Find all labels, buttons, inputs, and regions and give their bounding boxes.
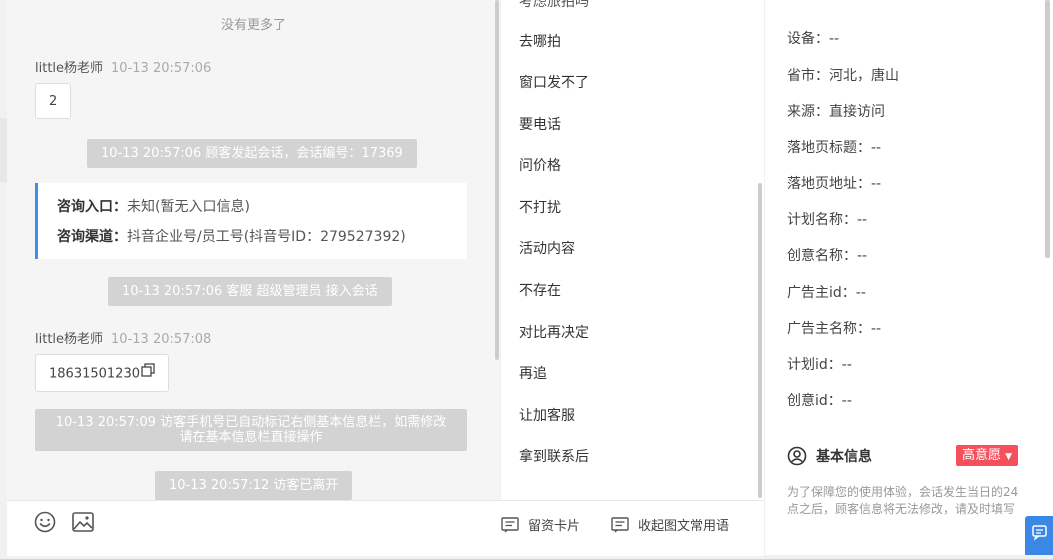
phrase-item[interactable]: 再追 — [519, 363, 547, 383]
field-label: 创意名称： — [787, 248, 857, 264]
collapse-phrases-button[interactable]: 收起图文常用语 — [611, 515, 729, 534]
message-time: 10-13 20:57:06 — [111, 61, 212, 76]
consult-entry-row: 咨询入口：未知(暂无入口信息) — [57, 197, 467, 221]
info-field-device: 设备：-- — [787, 28, 839, 48]
collapse-phrases-label: 收起图文常用语 — [638, 519, 730, 534]
phrase-item[interactable]: 问价格 — [519, 155, 561, 175]
intent-dropdown[interactable]: 高意愿 ▼ — [956, 445, 1019, 466]
phrase-item[interactable]: 活动内容 — [519, 238, 575, 258]
left-edge-strip — [0, 118, 7, 182]
phrase-item[interactable]: 对比再决定 — [519, 322, 589, 342]
sender-name: little杨老师 — [35, 61, 104, 76]
lead-card-button[interactable]: 留资卡片 — [501, 515, 580, 534]
field-value: 直接访问 — [829, 104, 885, 120]
field-label: 计划id： — [787, 357, 842, 373]
copy-icon[interactable] — [141, 355, 155, 393]
intent-label: 高意愿 — [962, 448, 1002, 463]
phrase-item[interactable]: 让加客服 — [519, 405, 575, 425]
sender-name: little杨老师 — [35, 332, 104, 347]
visitor-info-panel: 设备：-- 省市：河北，唐山 来源：直接访问 落地页标题：-- 落地页地址：--… — [765, 0, 1053, 555]
info-field-creative-name: 创意名称：-- — [787, 245, 867, 265]
image-icon[interactable] — [72, 512, 94, 536]
field-label: 省市： — [787, 68, 829, 84]
consult-channel-value: 抖音企业号/员工号(抖音号ID：279527392) — [127, 229, 406, 245]
field-label: 落地页地址： — [787, 176, 871, 192]
info-field-plan-id: 计划id：-- — [787, 354, 852, 374]
chat-history[interactable]: 没有更多了 little杨老师 10-13 20:57:06 2 10-13 20… — [7, 0, 500, 500]
phrase-item[interactable]: 窗口发不了 — [519, 72, 589, 92]
info-field-plan-name: 计划名称：-- — [787, 209, 867, 229]
basic-info-header: 基本信息 — [787, 446, 872, 466]
consult-entry-value: 未知(暂无入口信息) — [127, 199, 250, 215]
phrase-item[interactable]: 拿到联系后 — [519, 446, 589, 466]
consult-channel-label: 咨询渠道： — [57, 229, 127, 245]
field-value: -- — [857, 212, 868, 228]
field-value: -- — [871, 140, 882, 156]
phrase-item-partial[interactable]: 考虑旅拍吗 — [519, 0, 589, 11]
system-message: 10-13 20:57:09 访客手机号已自动标记右侧基本信息栏，如需修改请在基… — [35, 409, 467, 451]
chat-box-icon — [611, 516, 629, 532]
floating-chat-button[interactable] — [1025, 516, 1053, 555]
caret-down-icon: ▼ — [1005, 452, 1013, 462]
message-icon — [1032, 525, 1047, 541]
field-value: -- — [857, 248, 868, 264]
field-value: 河北，唐山 — [829, 68, 899, 84]
field-value: -- — [841, 357, 852, 373]
consult-info-card: 咨询入口：未知(暂无入口信息) 咨询渠道：抖音企业号/员工号(抖音号ID：279… — [35, 183, 467, 259]
emoji-icon[interactable] — [34, 511, 56, 537]
info-scrollbar[interactable] — [1045, 0, 1050, 258]
field-value: -- — [829, 31, 840, 47]
system-message: 10-13 20:57:12 访客已离开 — [155, 471, 353, 500]
message-bubble: 2 — [35, 83, 72, 119]
field-label: 创意id： — [787, 393, 842, 409]
info-field-landing-title: 落地页标题：-- — [787, 137, 881, 157]
user-circle-icon — [787, 446, 807, 466]
phrase-item[interactable]: 不存在 — [519, 280, 561, 300]
card-icon — [501, 516, 519, 532]
message-time: 10-13 20:57:08 — [111, 332, 212, 347]
chat-scrollbar-thumb[interactable] — [495, 0, 499, 360]
field-label: 广告主名称： — [787, 321, 871, 337]
message-bubble: 18631501230 — [35, 354, 169, 392]
message-sender: little杨老师 10-13 20:57:06 — [35, 57, 211, 76]
field-value: -- — [855, 285, 866, 301]
field-value: -- — [841, 393, 852, 409]
phone-number: 18631501230 — [49, 366, 140, 382]
field-label: 计划名称： — [787, 212, 857, 228]
field-value: -- — [871, 176, 882, 192]
info-field-landing-url: 落地页地址：-- — [787, 173, 881, 193]
field-label: 落地页标题： — [787, 140, 871, 156]
field-label: 广告主id： — [787, 285, 856, 301]
info-field-source: 来源：直接访问 — [787, 101, 885, 121]
basic-info-title: 基本信息 — [816, 449, 872, 465]
phrase-item[interactable]: 去哪拍 — [519, 31, 561, 51]
quick-phrases-list: 考虑旅拍吗 去哪拍 窗口发不了 要电话 问价格 不打扰 活动内容 不存在 对比再… — [501, 0, 764, 500]
edit-limit-note: 为了保障您的使用体验，会话发生当日的24点之后，顾客信息将无法修改，请及时填写 — [787, 485, 1019, 516]
consult-entry-label: 咨询入口： — [57, 199, 127, 215]
info-field-creative-id: 创意id：-- — [787, 390, 852, 410]
message-sender: little杨老师 10-13 20:57:08 — [35, 328, 211, 347]
system-message: 10-13 20:57:06 客服 超级管理员 接入会话 — [108, 277, 392, 306]
field-value: -- — [871, 321, 882, 337]
lead-card-label: 留资卡片 — [528, 519, 581, 534]
consult-channel-row: 咨询渠道：抖音企业号/员工号(抖音号ID：279527392) — [57, 227, 467, 251]
info-field-province: 省市：河北，唐山 — [787, 65, 899, 85]
message-composer: 留资卡片 收起图文常用语 — [7, 500, 764, 556]
info-field-advertiser-id: 广告主id：-- — [787, 282, 866, 302]
phrase-item[interactable]: 不打扰 — [519, 197, 561, 217]
info-field-advertiser-name: 广告主名称：-- — [787, 318, 881, 338]
system-message: 10-13 20:57:06 顾客发起会话，会话编号：17369 — [87, 139, 417, 168]
phrase-item[interactable]: 要电话 — [519, 114, 561, 134]
field-label: 来源： — [787, 104, 829, 120]
field-label: 设备： — [787, 31, 829, 47]
no-more-notice: 没有更多了 — [220, 18, 286, 33]
phrases-scrollbar[interactable] — [758, 183, 762, 498]
